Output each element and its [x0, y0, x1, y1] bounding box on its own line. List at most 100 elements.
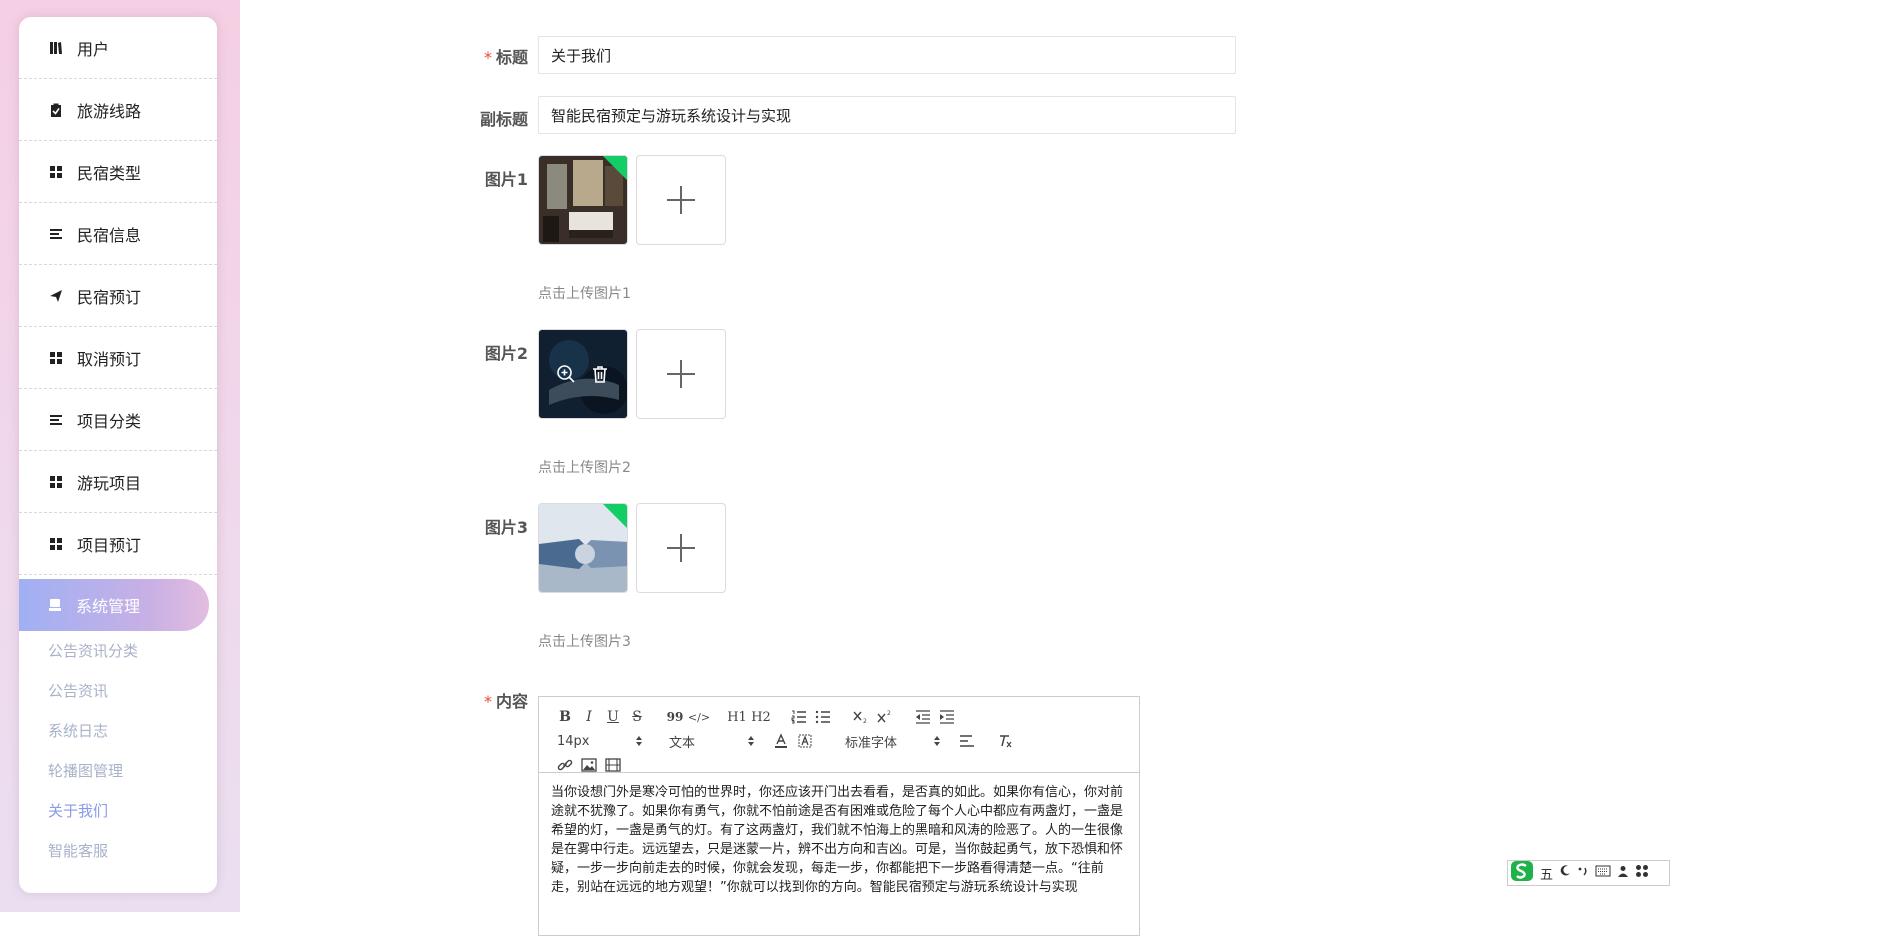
sidebar-item-label: 民宿类型: [77, 163, 142, 183]
image1-thumbnail[interactable]: [538, 155, 628, 245]
superscript-icon[interactable]: 2: [873, 706, 897, 728]
font-color-icon[interactable]: [769, 730, 793, 752]
image3-tip: 点击上传图片3: [538, 634, 631, 650]
title-input[interactable]: [538, 36, 1236, 74]
book-icon: [49, 41, 63, 55]
submenu-item-notice-category[interactable]: 公告资讯分类: [48, 631, 217, 671]
select-arrows-icon: [934, 736, 940, 746]
image2-tip: 点击上传图片2: [538, 460, 631, 476]
submenu-item-about-us[interactable]: 关于我们: [48, 791, 217, 831]
title-label: * 标题: [483, 48, 528, 67]
moon-icon[interactable]: [1559, 865, 1571, 881]
sidebar-item-system-management[interactable]: 系统管理: [19, 579, 209, 631]
rich-text-editor: B I U S 99 </> H1 H2 2 2 14px 文本 标准字体 当你…: [538, 696, 1140, 936]
sidebar-item-label: 旅游线路: [77, 101, 142, 121]
svg-text:2: 2: [863, 718, 867, 724]
image1-tip: 点击上传图片1: [538, 286, 631, 302]
ime-toolbar: 五: [1507, 860, 1670, 886]
align-left-icon[interactable]: [955, 730, 979, 752]
sidebar: 用户 旅游线路 民宿类型 民宿信息 民宿预订 取消预订 项目分类 游玩项目 项目…: [19, 17, 217, 893]
sogou-logo-icon[interactable]: [1510, 860, 1534, 886]
sidebar-item-project-category[interactable]: 项目分类: [19, 389, 217, 451]
indent-icon[interactable]: [935, 706, 959, 728]
image2-upload-button[interactable]: [636, 329, 726, 419]
apps-icon[interactable]: [1635, 864, 1649, 882]
code-block-button[interactable]: </>: [687, 706, 711, 728]
grid-icon: [49, 351, 63, 365]
select-arrows-icon: [748, 736, 754, 746]
zoom-in-icon[interactable]: [556, 364, 576, 384]
clipboard-icon: [49, 103, 63, 117]
subscript-icon[interactable]: 2: [849, 706, 873, 728]
sidebar-item-label: 项目预订: [77, 535, 142, 555]
content-label: * 内容: [483, 692, 528, 711]
clear-format-icon[interactable]: [993, 730, 1017, 752]
plus-icon: [667, 534, 695, 562]
header2-button[interactable]: H2: [749, 706, 773, 728]
editor-content[interactable]: 当你设想门外是寒冷可怕的世界时，你还应该开门出去看看，是否真的如此。如果你有信心…: [539, 773, 1139, 907]
font-size-select[interactable]: 14px: [553, 730, 643, 752]
header1-button[interactable]: H1: [725, 706, 749, 728]
plus-icon: [667, 186, 695, 214]
background-color-icon[interactable]: [793, 730, 817, 752]
bold-button[interactable]: B: [553, 706, 577, 728]
editor-toolbar: B I U S 99 </> H1 H2 2 2 14px 文本 标准字体: [539, 697, 1139, 773]
submenu-item-smart-service[interactable]: 智能客服: [48, 831, 217, 871]
required-mark: *: [483, 692, 492, 711]
grid-icon: [49, 165, 63, 179]
sidebar-item-label: 民宿信息: [77, 225, 142, 245]
sidebar-item-play-projects[interactable]: 游玩项目: [19, 451, 217, 513]
punctuation-icon[interactable]: [1577, 865, 1589, 881]
outdent-icon[interactable]: [911, 706, 935, 728]
ordered-list-icon[interactable]: [787, 706, 811, 728]
success-badge: [603, 504, 627, 528]
image-icon[interactable]: [577, 754, 601, 776]
submenu-item-notice[interactable]: 公告资讯: [48, 671, 217, 711]
sidebar-item-cancel-booking[interactable]: 取消预订: [19, 327, 217, 389]
svg-text:2: 2: [887, 710, 891, 717]
system-submenu: 公告资讯分类 公告资讯 系统日志 轮播图管理 关于我们 智能客服: [19, 631, 217, 871]
subtitle-input[interactable]: [538, 96, 1236, 134]
image1-label: 图片1: [484, 170, 528, 189]
sidebar-item-homestay-types[interactable]: 民宿类型: [19, 141, 217, 203]
image-actions-overlay: [539, 330, 627, 418]
image3-upload-button[interactable]: [636, 503, 726, 593]
ime-mode[interactable]: 五: [1540, 864, 1553, 883]
image3-thumbnail[interactable]: [538, 503, 628, 593]
list-icon: [49, 413, 63, 427]
paragraph-format-select[interactable]: 文本: [657, 730, 755, 752]
system-icon: [48, 598, 62, 612]
sidebar-item-label: 游玩项目: [77, 473, 142, 493]
sidebar-item-label: 系统管理: [76, 597, 141, 616]
image3-label: 图片3: [484, 518, 528, 537]
list-icon: [49, 227, 63, 241]
subtitle-label: 副标题: [479, 110, 528, 129]
required-mark: *: [483, 48, 492, 67]
image2-thumbnail[interactable]: [538, 329, 628, 419]
sidebar-item-label: 用户: [77, 39, 110, 59]
keyboard-icon[interactable]: [1595, 865, 1611, 881]
strike-button[interactable]: S: [625, 706, 649, 728]
underline-button[interactable]: U: [601, 706, 625, 728]
submenu-item-carousel[interactable]: 轮播图管理: [48, 751, 217, 791]
bullet-list-icon[interactable]: [811, 706, 835, 728]
grid-icon: [49, 475, 63, 489]
link-icon[interactable]: [553, 754, 577, 776]
sidebar-item-label: 民宿预订: [77, 287, 142, 307]
font-family-select[interactable]: 标准字体: [831, 730, 941, 752]
sidebar-item-homestay-booking[interactable]: 民宿预订: [19, 265, 217, 327]
italic-button[interactable]: I: [577, 706, 601, 728]
submenu-item-system-log[interactable]: 系统日志: [48, 711, 217, 751]
select-arrows-icon: [636, 736, 642, 746]
sidebar-item-users[interactable]: 用户: [19, 17, 217, 79]
sidebar-item-project-booking[interactable]: 项目预订: [19, 513, 217, 575]
success-badge: [603, 156, 627, 180]
blockquote-button[interactable]: 99: [663, 706, 687, 728]
sidebar-item-label: 项目分类: [77, 411, 142, 431]
user-icon[interactable]: [1617, 865, 1629, 881]
video-icon[interactable]: [601, 754, 625, 776]
sidebar-item-travel-routes[interactable]: 旅游线路: [19, 79, 217, 141]
sidebar-item-homestay-info[interactable]: 民宿信息: [19, 203, 217, 265]
delete-icon[interactable]: [590, 364, 610, 384]
image1-upload-button[interactable]: [636, 155, 726, 245]
